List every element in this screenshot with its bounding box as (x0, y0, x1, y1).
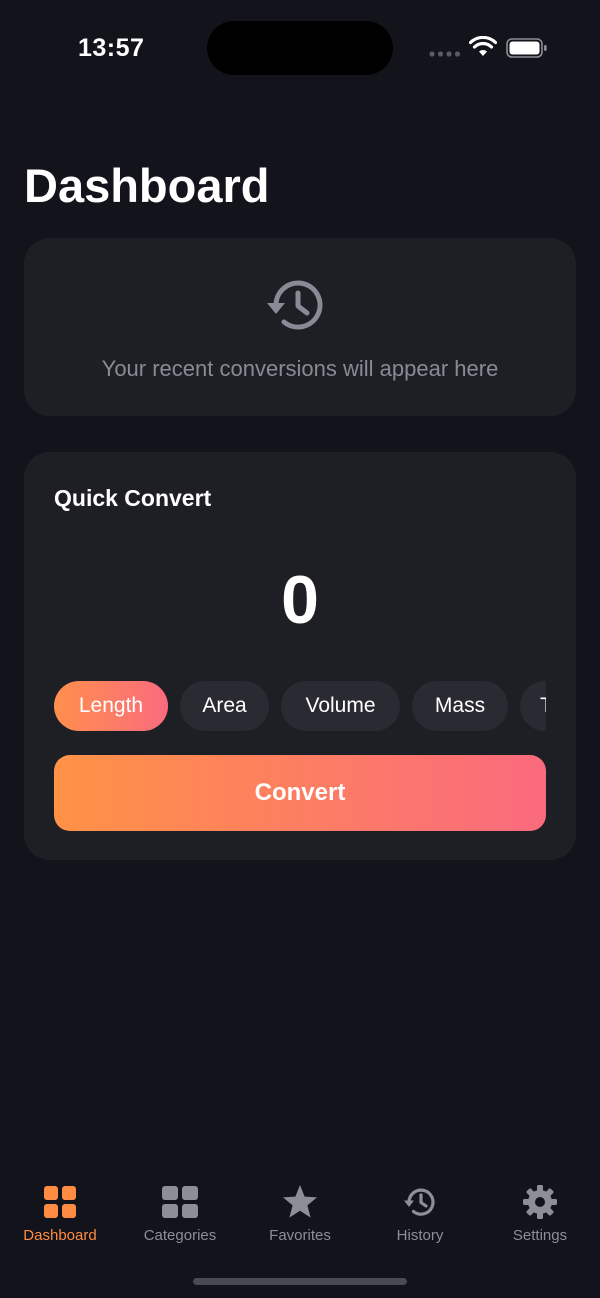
tab-settings[interactable]: Settings (480, 1170, 600, 1266)
chip-mass[interactable]: Mass (412, 681, 508, 731)
quick-convert-value[interactable]: 0 (24, 560, 576, 640)
quick-convert-title: Quick Convert (54, 485, 212, 511)
wifi-icon (469, 36, 497, 56)
tab-bar: Dashboard Categories Favorites History S… (0, 1170, 600, 1266)
chip-volume[interactable]: Volume (281, 681, 400, 731)
tab-label: Categories (143, 1227, 217, 1244)
status-time: 13:57 (78, 34, 145, 62)
history-icon (404, 1188, 435, 1216)
page-title: Dashboard (24, 159, 270, 212)
history-icon (267, 280, 323, 330)
tab-dashboard[interactable]: Dashboard (0, 1170, 120, 1266)
cellular-signal-icon (429, 51, 461, 57)
chip-area[interactable]: Area (180, 681, 269, 731)
gear-icon (523, 1185, 557, 1219)
home-indicator[interactable] (193, 1278, 407, 1285)
tab-favorites[interactable]: Favorites (240, 1170, 360, 1266)
tab-label: Settings (512, 1227, 568, 1244)
tab-label: Favorites (269, 1227, 331, 1244)
chip-length[interactable]: Length (54, 681, 168, 731)
status-bar: 13:57 (0, 0, 600, 96)
category-chip-row[interactable]: Length Area Volume Mass T (54, 681, 546, 731)
tab-label: Dashboard (23, 1227, 97, 1244)
chip-partial[interactable]: T (520, 681, 546, 731)
tab-categories[interactable]: Categories (120, 1170, 240, 1266)
battery-icon (506, 38, 547, 58)
tab-label: History (396, 1227, 444, 1244)
quick-convert-card: Quick Convert 0 Length Area Volume Mass … (24, 452, 576, 860)
categories-icon (162, 1186, 198, 1218)
recent-empty-message: Your recent conversions will appear here (101, 356, 499, 381)
convert-button[interactable]: Convert (54, 755, 546, 831)
dynamic-island (207, 21, 393, 75)
grid-icon (44, 1186, 76, 1218)
star-icon (283, 1185, 317, 1218)
tab-history[interactable]: History (360, 1170, 480, 1266)
